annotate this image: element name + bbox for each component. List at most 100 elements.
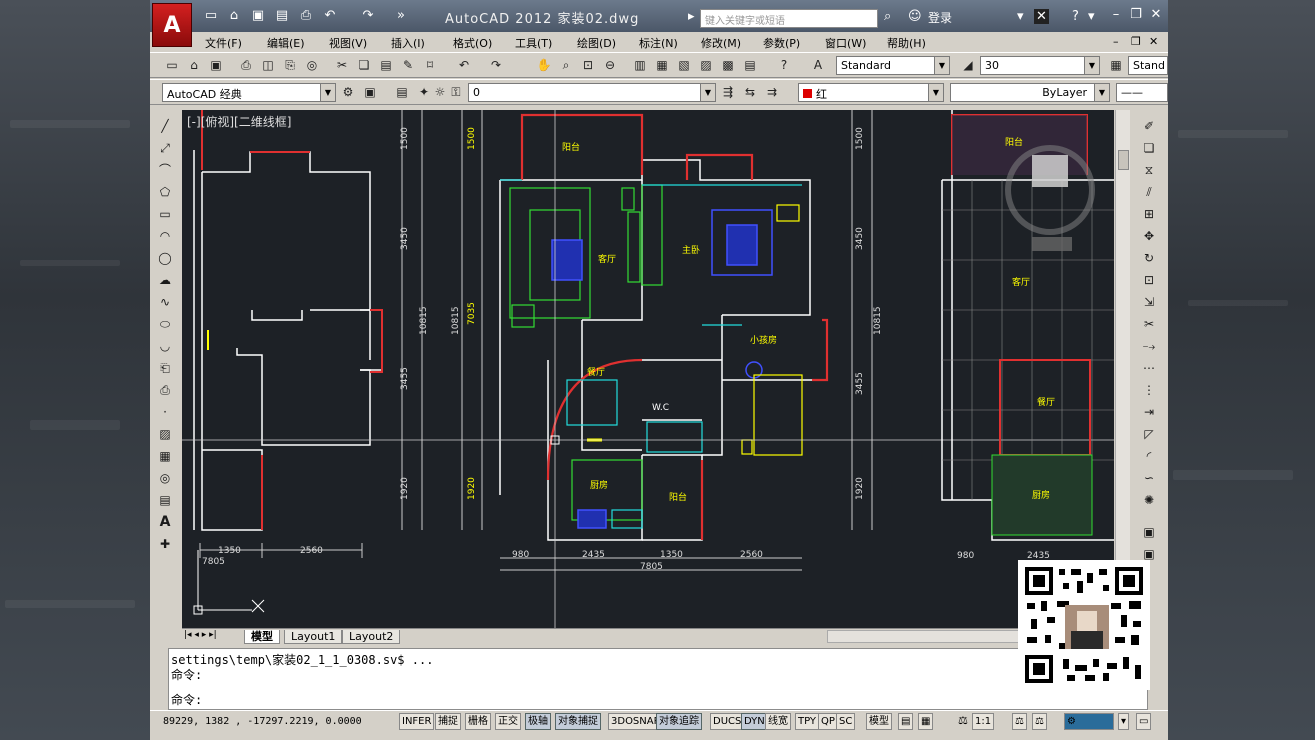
panel-icon-1[interactable]: ▣ [1141, 524, 1157, 540]
stretch-icon[interactable]: ⇲ [1141, 294, 1157, 310]
menu-format[interactable]: 格式(O) [453, 35, 492, 51]
menu-insert[interactable]: 插入(I) [391, 35, 425, 51]
spline-icon[interactable]: ∿ [157, 294, 173, 310]
text-style-icon[interactable]: A [810, 57, 826, 73]
rectangle-icon[interactable]: ▭ [157, 206, 173, 222]
open-icon[interactable]: ⌂ [186, 57, 202, 73]
snap-toggle[interactable]: 捕捉 [435, 713, 461, 730]
dim-style-icon[interactable]: ◢ [960, 57, 976, 73]
tpy-toggle[interactable]: TPY [795, 713, 820, 730]
polar-toggle[interactable]: 极轴 [525, 713, 551, 730]
menu-view[interactable]: 视图(V) [329, 35, 367, 51]
arc-icon[interactable]: ◠ [157, 228, 173, 244]
table-style-icon[interactable]: ▦ [1108, 57, 1124, 73]
zoom-previous-icon[interactable]: ⊖ [602, 57, 618, 73]
help-dropdown-icon[interactable]: ▾ [1088, 9, 1095, 24]
explode-icon[interactable]: ✺ [1141, 492, 1157, 508]
construction-line-icon[interactable]: ⤢ [157, 140, 173, 156]
command-window[interactable]: settings\temp\家装02_1_1_0308.sv$ ... 命令: … [168, 648, 1148, 710]
text-style-select[interactable]: Standard ▼ [836, 56, 950, 75]
viewcube-icon[interactable] [1005, 145, 1095, 251]
menu-dimension[interactable]: 标注(N) [639, 35, 678, 51]
chamfer-icon[interactable]: ◸ [1141, 426, 1157, 442]
coordinate-readout[interactable]: 89229, 1382 , -17297.2219, 0.0000 [163, 716, 362, 727]
viewport-controls-label[interactable]: [-][俯视][二维线框] [187, 113, 291, 130]
osnap-toggle[interactable]: 对象捕捉 [555, 713, 601, 730]
vertical-scrollbar[interactable] [1115, 110, 1130, 638]
trim-icon[interactable]: ✂ [1141, 316, 1157, 332]
restore-icon[interactable]: ❐ [1128, 7, 1144, 23]
model-space-button[interactable]: 模型 [866, 713, 892, 730]
copy-icon[interactable]: ❏ [356, 57, 372, 73]
tab-model[interactable]: 模型 [244, 630, 280, 644]
tab-layout1[interactable]: Layout1 [284, 630, 343, 644]
fillet-icon[interactable]: ◜ [1141, 448, 1157, 464]
otrack-toggle[interactable]: 对象追踪 [656, 713, 702, 730]
mtext-icon[interactable]: A [157, 514, 173, 530]
lineweight-select[interactable]: —— [1116, 83, 1168, 102]
infer-toggle[interactable]: INFER [399, 713, 435, 730]
tab-layout2[interactable]: Layout2 [342, 630, 401, 644]
close-icon[interactable]: ✕ [1148, 7, 1164, 23]
auto-scale-icon[interactable]: ⚖ [1032, 713, 1047, 730]
workspace-settings-icon[interactable]: ▣ [362, 84, 378, 100]
workspace-select[interactable]: AutoCAD 经典 ▼ [162, 83, 336, 102]
add-selected-icon[interactable]: ✚ [157, 536, 173, 552]
tool-palettes-icon[interactable]: ▧ [676, 57, 692, 73]
line-icon[interactable]: ╱ [157, 118, 173, 134]
quickview-layouts-icon[interactable]: ▤ [898, 713, 914, 730]
array-icon[interactable]: ⊞ [1141, 206, 1157, 222]
binoculars-icon[interactable]: ⌕ [884, 9, 891, 24]
save-as-icon[interactable]: ▤ [274, 8, 290, 24]
qp-toggle[interactable]: QP [818, 713, 838, 730]
save-icon[interactable]: ▣ [250, 8, 266, 24]
erase-icon[interactable]: ✐ [1141, 118, 1157, 134]
preview-icon[interactable]: ◫ [260, 57, 276, 73]
layer-previous-icon[interactable]: ⇆ [742, 84, 758, 100]
color-select[interactable]: 红 ▼ [798, 83, 944, 102]
new-icon[interactable]: ▭ [203, 8, 219, 24]
more-icon[interactable]: » [393, 8, 409, 24]
block-editor-icon[interactable]: ⌑ [422, 57, 438, 73]
doc-restore-icon[interactable]: ❐ [1131, 35, 1141, 48]
dropdown-icon[interactable]: ▾ [1017, 9, 1024, 24]
move-icon[interactable]: ✥ [1141, 228, 1157, 244]
layer-select[interactable]: 0 ▼ [468, 83, 716, 102]
gear-icon[interactable]: ⚙ [340, 84, 356, 100]
region-icon[interactable]: ◎ [157, 470, 173, 486]
undo-icon[interactable]: ↶ [322, 8, 338, 24]
zoom-realtime-icon[interactable]: ⌕ [558, 57, 574, 73]
menu-tools[interactable]: 工具(T) [515, 35, 552, 51]
insert-block-icon[interactable]: ⎗ [157, 360, 173, 376]
redo-icon[interactable]: ↷ [488, 57, 504, 73]
linetype-select[interactable]: ByLayer ▼ [950, 83, 1110, 102]
print-icon[interactable]: ⎙ [298, 8, 314, 24]
expand-arrow-icon[interactable]: ▸ [688, 9, 695, 24]
polyline-icon[interactable]: ⌒ [157, 162, 173, 178]
table-icon[interactable]: ▤ [157, 492, 173, 508]
grid-toggle[interactable]: 栅格 [465, 713, 491, 730]
make-block-icon[interactable]: ⎙ [157, 382, 173, 398]
annotation-visibility-icon[interactable]: ⚖ [1012, 713, 1027, 730]
minimize-icon[interactable]: – [1108, 7, 1124, 23]
cut-icon[interactable]: ✂ [334, 57, 350, 73]
break-icon[interactable]: ⋮ [1141, 382, 1157, 398]
exchange-icon[interactable]: ✕ [1034, 9, 1049, 24]
3d-dwf-icon[interactable]: ◎ [304, 57, 320, 73]
tab-nav-arrows-icon[interactable]: |◂ ◂ ▸ ▸| [184, 630, 217, 640]
pan-icon[interactable]: ✋ [536, 57, 552, 73]
zoom-window-icon[interactable]: ⊡ [580, 57, 596, 73]
circle-icon[interactable]: ◯ [157, 250, 173, 266]
publish-icon[interactable]: ⎘ [282, 57, 298, 73]
ellipse-arc-icon[interactable]: ◡ [157, 338, 173, 354]
lineweight-toggle[interactable]: 线宽 [765, 713, 791, 730]
ortho-toggle[interactable]: 正交 [495, 713, 521, 730]
offset-icon[interactable]: ⫽ [1141, 184, 1157, 200]
plot-icon[interactable]: ⎙ [238, 57, 254, 73]
login-link[interactable]: 登录 [928, 9, 952, 26]
quickview-drawings-icon[interactable]: ▦ [918, 713, 934, 730]
point-icon[interactable]: · [157, 404, 173, 420]
copy-object-icon[interactable]: ❏ [1141, 140, 1157, 156]
menu-parametric[interactable]: 参数(P) [763, 35, 800, 51]
ducs-toggle[interactable]: DUCS [710, 713, 745, 730]
